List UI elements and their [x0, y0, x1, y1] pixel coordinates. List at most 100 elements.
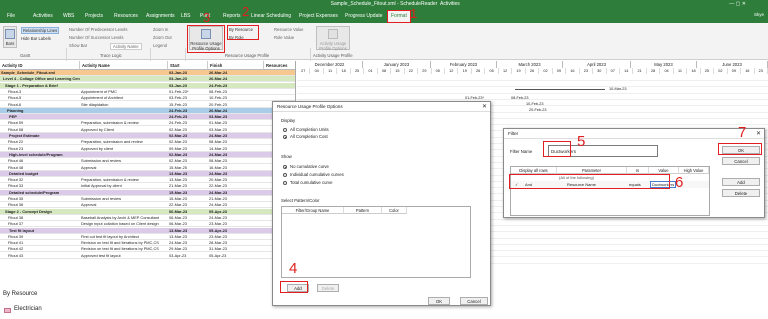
- table-row[interactable]: Fitout 41 Revision on test fit and Iterat…: [0, 240, 295, 247]
- col-header-start[interactable]: Start: [168, 61, 208, 70]
- cell-id: Detailed budget: [9, 170, 39, 176]
- cell-id: Stage 2 - Concept Design: [5, 208, 52, 214]
- table-row[interactable]: Detailed budget 13-Mar-23 24-Mar-23: [0, 170, 295, 177]
- display-units-radio[interactable]: [283, 128, 287, 132]
- annotation-number-4: 4: [289, 260, 298, 277]
- table-row[interactable]: Fitout-6 Site dilapidation 15-Feb-23 20-Feb…: [0, 101, 295, 108]
- cell-finish: 23-Mar-23: [209, 221, 227, 227]
- table-row[interactable]: Test fit layout 13-Mar-23 05-Apr-23: [0, 227, 295, 234]
- tab-progress-update[interactable]: Progress Update: [342, 11, 386, 22]
- activity-name-select[interactable]: Activity Name: [110, 43, 142, 50]
- table-row[interactable]: Level 4 - Collage Office and Learning Ce…: [0, 76, 295, 83]
- col-header-resources[interactable]: Resources: [264, 61, 295, 70]
- predecessor-levels[interactable]: Number Of Predecessor Levels: [69, 27, 127, 32]
- tab-assignments[interactable]: Assignments: [143, 11, 178, 22]
- no-cumulative-label: No cumulative curve: [290, 164, 329, 169]
- role-value[interactable]: Role Value: [274, 35, 294, 40]
- delete-button[interactable]: Delete: [317, 284, 339, 292]
- table-row[interactable]: Fitout-5 Appointment of Architect 03-Feb-2…: [0, 95, 295, 102]
- tab-wbs[interactable]: WBS: [60, 11, 77, 22]
- legend-button[interactable]: Legend: [153, 43, 167, 48]
- table-row[interactable]: Fitout 46 Submission and review 02-Mar-23 0…: [0, 158, 295, 165]
- cell-start: 24-Mar-23: [169, 240, 187, 246]
- table-row[interactable]: Fitout 48 Approval 15-Mar-25 16-Mar-23: [0, 164, 295, 171]
- col-parameter[interactable]: Parameter: [557, 167, 627, 174]
- table-row[interactable]: Fitout 42 Revision on test fit and Iterat…: [0, 246, 295, 253]
- close-icon[interactable]: ✕: [756, 129, 761, 139]
- close-icon[interactable]: ✕: [482, 102, 487, 112]
- table-row[interactable]: Sample_Schedule_Fitout.xml 03-Jan-23 26-Ma…: [0, 70, 295, 77]
- table-row[interactable]: Fitout 35 Submission and review 15-Mar-23 2…: [0, 196, 295, 203]
- table-row[interactable]: Fitout 37 Design input collation based on…: [0, 221, 295, 228]
- table-row[interactable]: Fitout 59 Preparation, submission & revie…: [0, 120, 295, 127]
- zoom-in-button[interactable]: Zoom In: [153, 27, 168, 32]
- timeline-day: 22: [405, 68, 419, 74]
- tab-project-expenses[interactable]: Project Expenses: [296, 11, 341, 22]
- col-header-activity-name[interactable]: Activity Name: [80, 61, 168, 70]
- table-row[interactable]: Detailed schedule/Program 15-Mar-23 24-Mar…: [0, 189, 295, 196]
- table-row[interactable]: Fitout-3 Appointment of PMC 01-Feb-23* 08-F…: [0, 88, 295, 95]
- display-cost-radio[interactable]: [283, 135, 287, 139]
- table-row[interactable]: Fitout 23 Approved by client 09-Mar-23 14-M…: [0, 145, 295, 152]
- filter-cancel-button[interactable]: Cancel: [722, 157, 760, 165]
- successor-levels[interactable]: Number Of Successor Levels: [69, 35, 123, 40]
- table-row[interactable]: Planning 24-Feb-23 26-Mar-24: [0, 107, 295, 114]
- cell-id: High-level schedule/Program: [9, 151, 63, 157]
- col-filter-group-name[interactable]: Filter/Group Name: [282, 207, 344, 214]
- cell-finish: 01-Mar-23: [209, 120, 227, 126]
- table-row[interactable]: Fitout 32 Preparation, submission & revie…: [0, 177, 295, 184]
- tab-activities[interactable]: Activities: [30, 11, 56, 22]
- profile-ok-button[interactable]: OK: [428, 297, 450, 305]
- table-row[interactable]: PEP 24-Feb-23 03-Mar-23: [0, 114, 295, 121]
- activity-usage-profile-options-button[interactable]: Activity Usage Profile Options: [316, 26, 350, 51]
- tab-resources[interactable]: Resources: [111, 11, 141, 22]
- table-row[interactable]: Fitout 36 Approval 22-Mar-23 24-Mar-23: [0, 202, 295, 209]
- resource-value[interactable]: Resource Value: [274, 27, 303, 32]
- col-header-activity-id[interactable]: Activity ID: [0, 61, 80, 70]
- table-row[interactable]: Stage 1 - Preparation & Brief 03-Jan-23 24…: [0, 82, 295, 89]
- table-row[interactable]: Fitout 38 Baseball Analysis by Archi & ME…: [0, 214, 295, 221]
- tab-reports[interactable]: Reports: [220, 11, 244, 22]
- cell-name: Approved test fit layout: [81, 252, 121, 258]
- gantt-row: [297, 81, 768, 88]
- col-pattern[interactable]: Pattern: [344, 207, 382, 214]
- col-high-value[interactable]: High Value: [679, 167, 709, 174]
- hide-bar-labels-toggle[interactable]: Hide Bar Labels: [21, 36, 51, 41]
- tab-format[interactable]: Format: [387, 10, 411, 23]
- cell-start: 24-Feb-23: [169, 120, 187, 126]
- filter-delete-button[interactable]: Delete: [722, 189, 760, 197]
- col-value[interactable]: Value: [649, 167, 679, 174]
- total-cumulative-radio[interactable]: [283, 181, 287, 185]
- user-name[interactable]: Skye: [754, 12, 764, 17]
- individual-cumulative-radio[interactable]: [283, 173, 287, 177]
- no-cumulative-radio[interactable]: [283, 165, 287, 169]
- col-is[interactable]: Is: [627, 167, 649, 174]
- tab-linear-scheduling[interactable]: Linear Scheduling: [248, 11, 294, 22]
- col-header-finish[interactable]: Finish: [208, 61, 264, 70]
- profile-cancel-button[interactable]: Cancel: [460, 297, 488, 305]
- col-color[interactable]: Color: [382, 207, 407, 214]
- window-controls[interactable]: — ▢ ✕: [729, 0, 746, 9]
- table-row[interactable]: Fitout 22 Preparation, submission and rev…: [0, 139, 295, 146]
- table-row[interactable]: Fitout 33 Initial Approval by client 21-Ma…: [0, 183, 295, 190]
- table-row[interactable]: Fitout 43 Approved test fit layout 03-Apr-…: [0, 252, 295, 259]
- table-row[interactable]: Fitout 39 First cut test fit layout by Ar…: [0, 233, 295, 240]
- table-row[interactable]: High-level schedule/Program 02-Mar-23 24-M…: [0, 151, 295, 158]
- cell-name: Site dilapidation: [81, 101, 109, 107]
- zoom-out-button[interactable]: Zoom Out: [153, 35, 172, 40]
- table-row[interactable]: Project Estimate 02-Mar-23 24-Mar-23: [0, 133, 295, 140]
- filter-add-button[interactable]: Add: [722, 178, 760, 186]
- relationship-lines-toggle[interactable]: Relationship Lines: [21, 27, 60, 34]
- table-row[interactable]: Stage 2 - Concept Design 06-Mar-23 05-Apr-…: [0, 208, 295, 215]
- table-row[interactable]: Fitout 58 Approved by Client 02-Mar-23 03-M…: [0, 126, 295, 133]
- bars-button[interactable]: Bars: [3, 26, 17, 48]
- tab-file[interactable]: File: [4, 11, 18, 22]
- pattern-table[interactable]: Filter/Group Name Pattern Color: [281, 206, 471, 278]
- cell-start: 15-Mar-23: [169, 189, 188, 195]
- show-bar-label: Show Bar: [69, 43, 88, 48]
- col-display-all-rows[interactable]: Display all rows: [511, 167, 557, 174]
- app-title: Sample_Schedule_Fitout.xml - ScheduleRea…: [330, 1, 438, 7]
- tab-projects[interactable]: Projects: [82, 11, 106, 22]
- tab-lbs[interactable]: LBS: [178, 11, 193, 22]
- activity-profile-icon: [328, 29, 338, 39]
